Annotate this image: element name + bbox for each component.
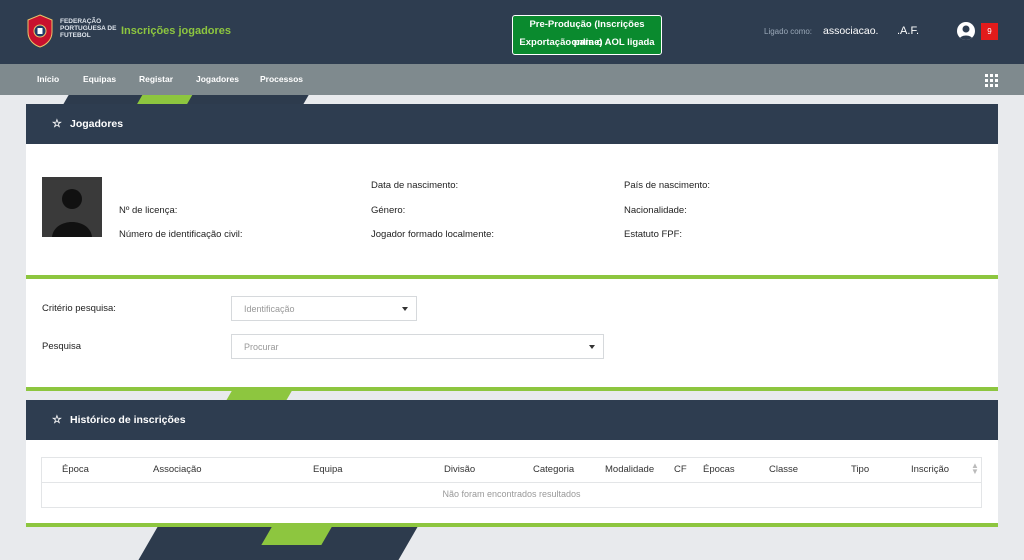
players-panel-header: ☆ Jogadores [26, 104, 998, 144]
nav-item-jogadores[interactable]: Jogadores [196, 74, 239, 84]
column-header-associacao[interactable]: Associação [153, 464, 202, 475]
column-header-categoria[interactable]: Categoria [533, 464, 574, 475]
apps-grid-icon[interactable] [985, 74, 998, 87]
history-panel-title: Histórico de inscrições [70, 414, 186, 426]
column-header-divisao[interactable]: Divisão [444, 464, 475, 475]
section-divider [26, 523, 998, 527]
logged-as-label: Ligado como: [764, 27, 813, 36]
logged-user-name: associacao. [823, 25, 879, 37]
user-profile-icon[interactable] [957, 22, 975, 40]
empty-results-message: Não foram encontrados resultados [442, 489, 581, 499]
nav-item-equipas[interactable]: Equipas [83, 74, 116, 84]
column-header-epoca[interactable]: Época [62, 464, 89, 475]
nav-item-inicio[interactable]: Início [37, 74, 59, 84]
history-table: Época Associação Equipa Divisão Categori… [41, 457, 982, 508]
star-icon: ☆ [52, 118, 62, 130]
locally-trained-label: Jogador formado localmente: [371, 229, 495, 240]
column-header-classe[interactable]: Classe [769, 464, 798, 475]
top-header: FEDERAÇÃO PORTUGUESA DE FUTEBOL Inscriçõ… [0, 0, 1024, 64]
column-header-modalidade[interactable]: Modalidade [605, 464, 654, 475]
section-divider [26, 387, 998, 391]
search-panel [26, 279, 998, 387]
search-placeholder: Procurar [244, 342, 279, 352]
history-panel-header: ☆ Histórico de inscrições [26, 400, 998, 440]
chevron-down-icon [589, 345, 595, 349]
column-header-tipo[interactable]: Tipo [851, 464, 869, 475]
main-navbar: Início Equipas Registar Jogadores Proces… [0, 64, 1024, 95]
criteria-select[interactable]: Identificação [231, 296, 417, 321]
column-header-epocas[interactable]: Épocas [703, 464, 735, 475]
org-name: FEDERAÇÃO PORTUGUESA DE FUTEBOL [60, 18, 117, 39]
background-stripe-accent [137, 94, 193, 104]
app-title: Inscrições jogadores [121, 25, 232, 37]
gender-label: Género: [371, 205, 406, 216]
search-select[interactable]: Procurar [231, 334, 604, 359]
criteria-label: Critério pesquisa: [42, 303, 116, 314]
civil-id-label: Número de identificação civil: [119, 229, 243, 240]
environment-badge: Pre-Produção (Inscrições online) Exporta… [512, 15, 662, 55]
notifications-badge[interactable]: 9 [981, 23, 998, 40]
nationality-label: Nacionalidade: [624, 205, 687, 216]
environment-label: Pre-Produção (Inscrições online) [529, 19, 645, 48]
column-header-cf[interactable]: CF [674, 464, 687, 475]
search-label: Pesquisa [42, 341, 82, 352]
birth-date-label: Data de nascimento: [371, 180, 459, 191]
nav-item-processos[interactable]: Processos [260, 74, 303, 84]
birth-country-label: País de nascimento: [624, 180, 711, 191]
chevron-down-icon [402, 307, 408, 311]
player-photo [42, 177, 102, 237]
star-icon: ☆ [52, 414, 62, 426]
license-label: Nº de licença: [119, 205, 178, 216]
logged-org-name: .A.F. [897, 25, 920, 37]
table-header-divider [42, 482, 981, 483]
fpf-logo-icon[interactable] [26, 14, 54, 48]
players-panel-title: Jogadores [70, 118, 124, 130]
nav-item-registar[interactable]: Registar [139, 74, 173, 84]
export-status-label: Exportação para o AOL ligada [519, 37, 655, 48]
column-header-inscricao[interactable]: Inscrição [911, 464, 949, 475]
column-header-equipa[interactable]: Equipa [313, 464, 343, 475]
fpf-status-label: Estatuto FPF: [624, 229, 683, 240]
criteria-value: Identificação [244, 304, 295, 314]
sort-icon[interactable]: ▲ ▼ [971, 462, 979, 476]
